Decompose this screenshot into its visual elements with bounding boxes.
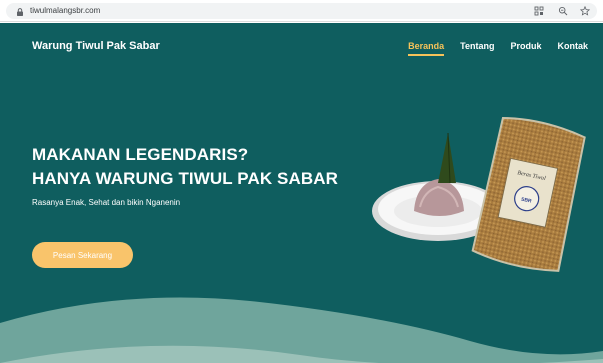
url-text: tiwulmalangsbr.com: [30, 6, 101, 15]
order-now-button[interactable]: Pesan Sekarang: [32, 242, 133, 268]
qr-icon[interactable]: [534, 6, 544, 16]
main-nav: Beranda Tentang Produk Kontak: [392, 41, 588, 56]
star-icon[interactable]: [579, 5, 591, 16]
nav-kontak[interactable]: Kontak: [557, 41, 588, 51]
site-brand[interactable]: Warung Tiwul Pak Sabar: [32, 40, 160, 52]
browser-address-bar: tiwulmalangsbr.com: [0, 0, 603, 22]
hero-title-line-2: HANYA WARUNG TIWUL PAK SABAR: [32, 169, 338, 188]
hero-title-line-1: MAKANAN LEGENDARIS?: [32, 145, 249, 164]
nav-tentang[interactable]: Tentang: [460, 41, 494, 51]
hero-title: MAKANAN LEGENDARIS? HANYA WARUNG TIWUL P…: [32, 143, 338, 191]
url-field[interactable]: tiwulmalangsbr.com: [6, 3, 597, 19]
lock-icon: [17, 8, 23, 16]
tiwul-food-image: [414, 132, 464, 216]
nav-beranda[interactable]: Beranda: [408, 41, 445, 56]
decorative-wave: [0, 297, 603, 363]
zoom-icon[interactable]: [558, 6, 568, 16]
hero-subtitle: Rasanya Enak, Sehat dan bikin Nganenin: [32, 198, 181, 207]
landing-page: Warung Tiwul Pak Sabar Beranda Tentang P…: [0, 23, 603, 363]
beras-tiwul-bag-image: Beras Tiwul SBR: [471, 116, 586, 272]
product-illustration: Beras Tiwul SBR: [372, 116, 586, 272]
nav-produk[interactable]: Produk: [510, 41, 541, 51]
